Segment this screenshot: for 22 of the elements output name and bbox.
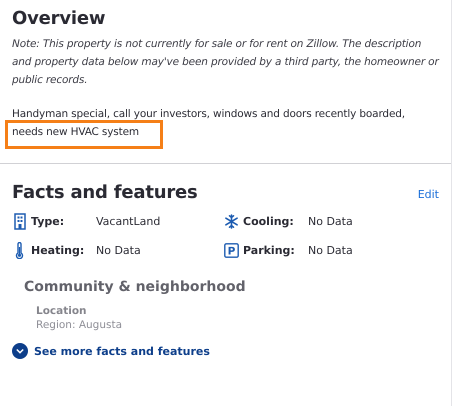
subsection-title: Community & neighborhood: [24, 279, 247, 295]
fact-value: No Data: [308, 244, 353, 257]
see-more-button[interactable]: See more facts and features: [12, 343, 210, 359]
chevron-down-icon: [12, 343, 28, 359]
fact-value: No Data: [96, 244, 141, 257]
section-title: Facts and features: [12, 182, 198, 203]
fact-label: Heating:: [31, 244, 86, 257]
property-description: Handyman special, call your investors, windows and doors recently boarded, needs new HVAC system: [12, 107, 406, 140]
location-label: Location: [36, 305, 88, 317]
snowflake-icon: [224, 214, 239, 229]
thermometer-icon: [15, 242, 24, 259]
section-title: Overview: [12, 8, 106, 29]
fact-label: Parking:: [243, 244, 296, 257]
fact-value: No Data: [308, 215, 353, 228]
fact-label: Cooling:: [243, 215, 295, 228]
parking-sign-icon: P: [224, 243, 239, 258]
fact-label: Type:: [31, 215, 66, 228]
building-icon: [14, 213, 26, 230]
edit-link[interactable]: Edit: [418, 188, 439, 201]
disclaimer-note: Note: This property is not currently for sale or for rent on Zillow. The description and property data below may've been provided by a third party, the homeowner or public records.: [12, 37, 439, 88]
region-text: Region: Augusta: [36, 319, 123, 331]
fact-value: VacantLand: [96, 215, 160, 228]
